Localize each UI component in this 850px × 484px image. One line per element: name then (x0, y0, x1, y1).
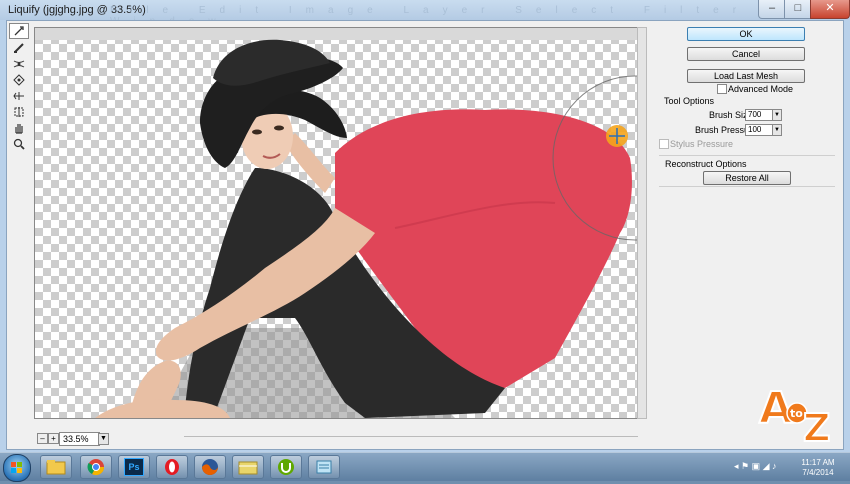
brush-size-value[interactable]: 700 (745, 109, 773, 121)
title-bar[interactable]: Liquify (jgjghg.jpg @ 33.5%) File Edit I… (0, 0, 850, 27)
logo-to: to (790, 407, 803, 420)
logo-letter-z: Z (803, 406, 831, 445)
folder-open-icon (238, 461, 258, 475)
brush-size-field[interactable]: 700 ▼ (745, 109, 782, 121)
taskbar-explorer[interactable] (40, 455, 72, 479)
utorrent-icon (278, 459, 294, 475)
zoom-tool-icon[interactable] (9, 137, 29, 151)
zoom-level-field[interactable]: 33.5% (59, 432, 100, 446)
reconstruct-tool-icon[interactable] (9, 41, 29, 55)
section-divider-bottom (659, 186, 835, 187)
zoom-bar: – + 33.5% ▼ (34, 432, 646, 446)
chrome-icon (87, 459, 105, 476)
canvas-vertical-scrollbar[interactable] (637, 27, 647, 419)
start-button[interactable] (3, 454, 31, 482)
brush-pressure-field[interactable]: 100 ▼ (745, 124, 782, 136)
system-clock[interactable]: 11:17 AM 7/4/2014 (798, 458, 838, 478)
options-panel: OK Cancel Load Last Mesh Advanced Mode T… (657, 23, 841, 445)
brush-pressure-arrow-icon[interactable]: ▼ (772, 124, 782, 136)
close-button[interactable]: ✕ (810, 0, 850, 19)
maximize-button[interactable]: □ (784, 0, 812, 19)
a-to-z-logo: A to Z (758, 382, 832, 445)
reconstruct-options-heading: Reconstruct Options (665, 159, 747, 169)
taskbar-opera[interactable] (156, 455, 188, 479)
system-tray-icons[interactable]: ◂ ⚑ ▣ ◢ ♪ (734, 461, 777, 472)
ok-button[interactable]: OK (687, 27, 805, 41)
zoom-in-button[interactable]: + (48, 433, 59, 444)
taskbar-photoshop[interactable]: Ps (118, 455, 150, 479)
clock-time: 11:17 AM (801, 458, 835, 467)
taskbar-notepad[interactable] (308, 455, 340, 479)
folder-icon (46, 460, 66, 475)
tool-options-heading: Tool Options (664, 96, 715, 106)
preview-canvas[interactable] (34, 27, 638, 419)
hand-tool-icon[interactable] (9, 121, 29, 135)
photoshop-icon: Ps (124, 458, 144, 476)
photo-subject (95, 39, 637, 418)
clock-date: 7/4/2014 (802, 468, 834, 477)
taskbar-firefox[interactable] (194, 455, 226, 479)
cancel-button[interactable]: Cancel (687, 47, 805, 61)
notepad-icon (316, 460, 332, 474)
taskbar-folder[interactable] (232, 455, 264, 479)
firefox-icon (202, 459, 218, 475)
taskbar-utorrent[interactable] (270, 455, 302, 479)
advanced-mode-checkbox[interactable] (717, 84, 727, 94)
canvas-horizontal-scrollbar[interactable] (184, 436, 638, 440)
zoom-dropdown-arrow[interactable]: ▼ (98, 433, 109, 445)
mirror-tool-icon[interactable] (9, 105, 29, 119)
push-left-tool-icon[interactable] (9, 89, 29, 103)
opera-icon (165, 459, 179, 475)
pucker-tool-icon[interactable] (9, 57, 29, 71)
bloat-tool-icon[interactable] (9, 73, 29, 87)
tool-strip (9, 23, 31, 151)
load-last-mesh-button[interactable]: Load Last Mesh (687, 69, 805, 83)
forward-warp-tool-icon[interactable] (9, 23, 29, 39)
brush-size-arrow-icon[interactable]: ▼ (772, 109, 782, 121)
stylus-pressure-checkbox[interactable] (659, 139, 669, 149)
taskbar: Ps ◂ ⚑ ▣ ◢ ♪ 11:17 AM 7/4/2014 (0, 452, 850, 482)
advanced-mode-label: Advanced Mode (728, 84, 794, 94)
brush-pressure-value[interactable]: 100 (745, 124, 773, 136)
section-divider (659, 155, 835, 156)
dialog-body: – + 33.5% ▼ OK Cancel Load Last Mesh Adv… (6, 20, 844, 450)
stylus-pressure-label: Stylus Pressure (670, 139, 734, 149)
minimize-button[interactable]: – (758, 0, 786, 19)
restore-all-button[interactable]: Restore All (703, 171, 791, 185)
taskbar-chrome[interactable] (80, 455, 112, 479)
windows-logo-icon (11, 462, 22, 473)
liquify-window: Liquify (jgjghg.jpg @ 33.5%) File Edit I… (0, 0, 850, 452)
zoom-out-button[interactable]: – (37, 433, 48, 444)
